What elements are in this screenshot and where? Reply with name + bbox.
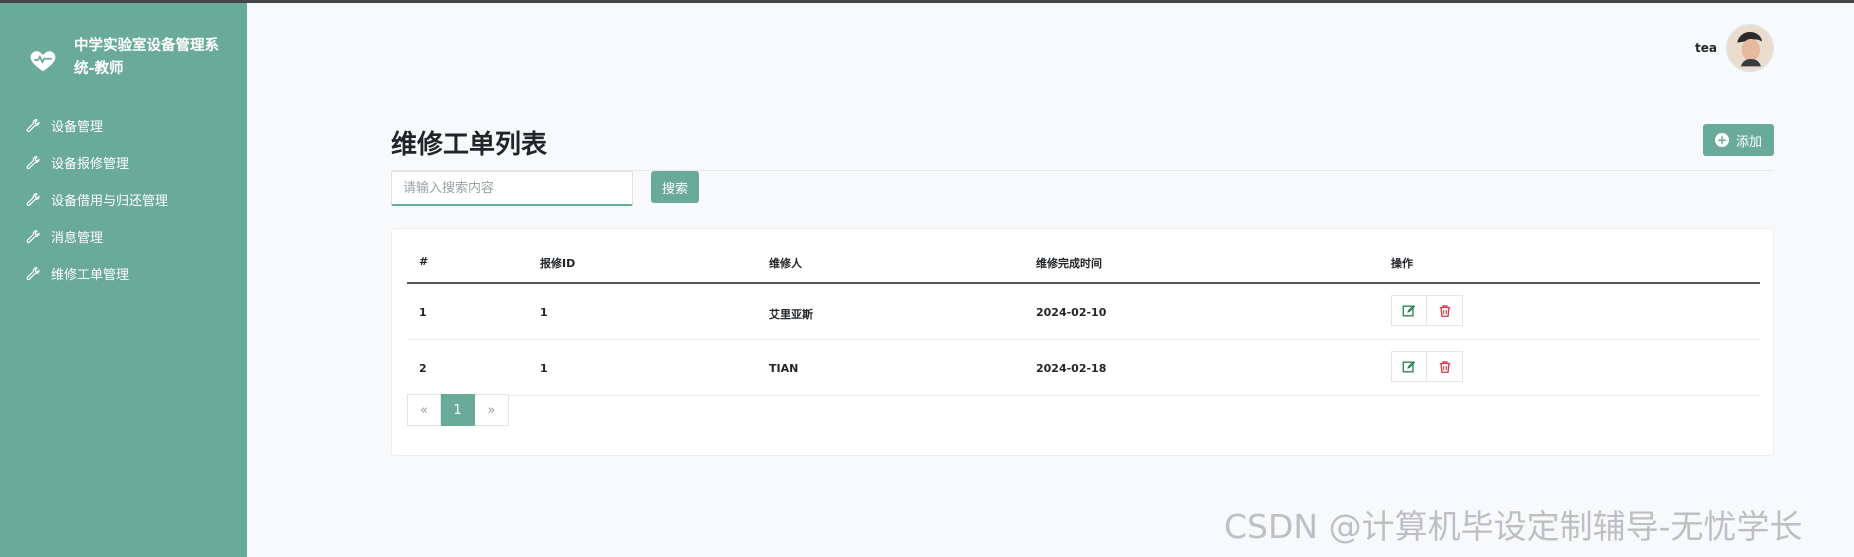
brand-title: 中学实验室设备管理系统-教师 (74, 38, 219, 77)
table-row: 1 1 艾里亚斯 2024-02-10 (407, 284, 1760, 340)
sidebar-item-label: 消息管理 (51, 231, 104, 246)
pagination-page[interactable]: 1 (441, 394, 475, 426)
sidebar-item-label: 设备借用与归还管理 (51, 194, 169, 209)
wrench-icon (26, 192, 40, 206)
wrench-icon (26, 155, 40, 169)
cell-repairer: TIAN (769, 362, 799, 375)
delete-button[interactable] (1427, 295, 1463, 326)
cell-completion-time: 2024-02-18 (1036, 362, 1107, 375)
pagination-prev[interactable]: « (407, 394, 441, 426)
edit-icon (1402, 304, 1416, 317)
sidebar-item-equipment[interactable]: 设备管理 (24, 107, 168, 144)
sidebar-nav: 设备管理 设备报修管理 设备借用与归还管理 消息管理 维修工单管理 (24, 107, 168, 292)
search-input[interactable] (391, 171, 633, 206)
edit-button[interactable] (1391, 295, 1427, 326)
avatar-image (1728, 26, 1772, 70)
watermark: CSDN @计算机毕设定制辅导-无忧学长 (1224, 507, 1803, 546)
table-row: 2 1 TIAN 2024-02-18 (407, 340, 1760, 396)
table-header: # 报修ID 维修人 维修完成时间 操作 (407, 229, 1760, 284)
trash-icon (1439, 360, 1450, 373)
cell-index: 2 (419, 362, 427, 375)
sidebar-item-borrow-return[interactable]: 设备借用与归还管理 (24, 181, 168, 218)
trash-icon (1439, 304, 1450, 317)
edit-button[interactable] (1391, 351, 1427, 382)
column-header-completion-time: 维修完成时间 (1036, 257, 1102, 270)
add-button[interactable]: + 添加 (1703, 124, 1774, 156)
add-button-label: 添加 (1735, 134, 1762, 150)
sidebar-item-label: 设备报修管理 (51, 157, 130, 172)
sidebar-item-repair[interactable]: 设备报修管理 (24, 144, 168, 181)
row-actions (1391, 295, 1463, 326)
column-header-index: # (419, 255, 429, 268)
column-header-repair-id: 报修ID (540, 257, 576, 270)
search-button[interactable]: 搜索 (651, 171, 699, 203)
sidebar-item-work-orders[interactable]: 维修工单管理 (24, 255, 168, 292)
column-header-actions: 操作 (1391, 257, 1413, 270)
avatar[interactable] (1726, 24, 1774, 72)
sidebar: 中学实验室设备管理系统-教师 设备管理 设备报修管理 设备借用与归还管理 消息管… (0, 3, 247, 557)
column-header-repairer: 维修人 (769, 257, 802, 270)
row-actions (1391, 351, 1463, 382)
wrench-icon (26, 266, 40, 280)
cell-repairer: 艾里亚斯 (769, 308, 813, 321)
pagination: « 1 » (407, 394, 509, 426)
cell-repair-id: 1 (540, 306, 548, 319)
cell-repair-id: 1 (540, 362, 548, 375)
table-card: # 报修ID 维修人 维修完成时间 操作 1 1 艾里亚斯 2024-02-10… (391, 228, 1774, 456)
page-title: 维修工单列表 (391, 130, 548, 160)
brand[interactable]: 中学实验室设备管理系统-教师 (28, 35, 224, 81)
user-menu[interactable]: tea (1695, 24, 1774, 72)
sidebar-item-label: 维修工单管理 (51, 268, 130, 283)
cell-completion-time: 2024-02-10 (1036, 306, 1107, 319)
cell-index: 1 (419, 306, 427, 319)
wrench-icon (26, 118, 40, 132)
wrench-icon (26, 229, 40, 243)
delete-button[interactable] (1427, 351, 1463, 382)
sidebar-item-label: 设备管理 (51, 120, 104, 135)
username: tea (1695, 41, 1717, 55)
heartbeat-icon (30, 51, 56, 72)
pagination-next[interactable]: » (475, 394, 509, 426)
plus-circle-icon: + (1714, 133, 1729, 147)
edit-icon (1402, 360, 1416, 373)
sidebar-item-messages[interactable]: 消息管理 (24, 218, 168, 255)
window-top-border (0, 0, 1854, 3)
